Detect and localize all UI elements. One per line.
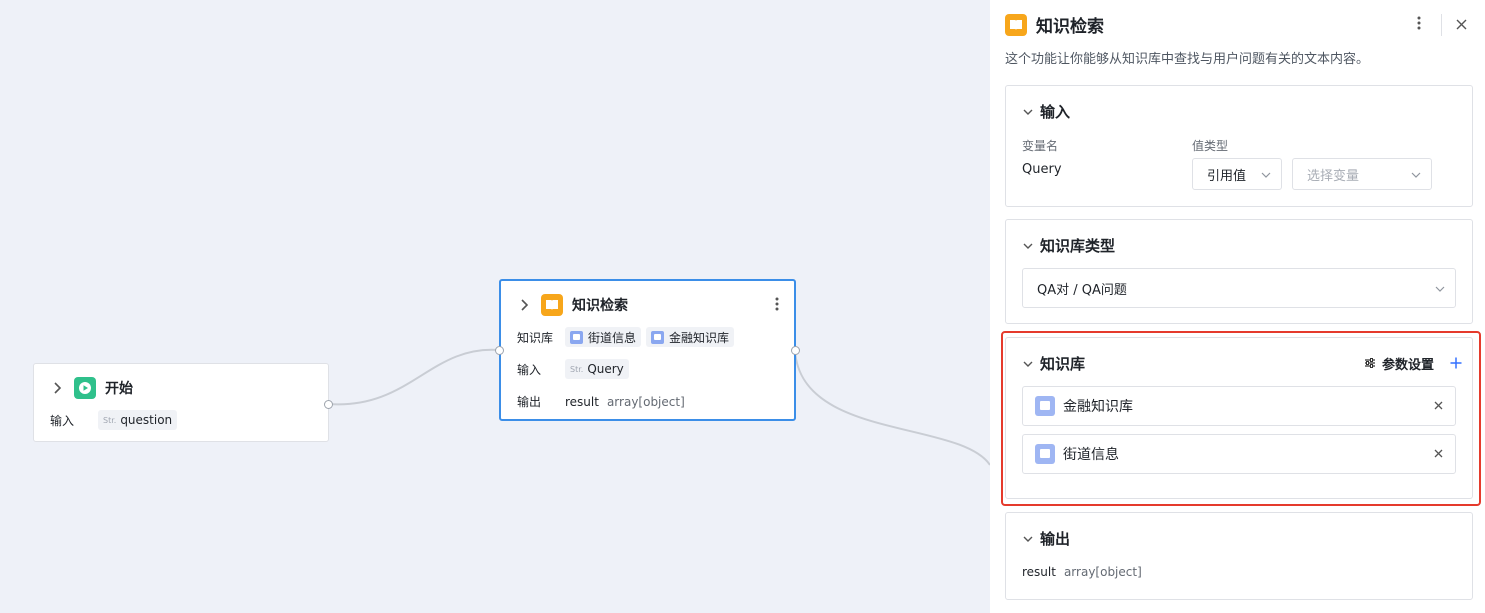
kb-node-input-label: 输入	[517, 362, 542, 377]
string-type-icon: Str.	[103, 415, 117, 425]
kb-output-port[interactable]	[791, 346, 800, 355]
chevron-down-icon[interactable]	[1022, 105, 1034, 118]
chevron-right-icon[interactable]	[517, 298, 531, 312]
kb-input-port[interactable]	[495, 346, 504, 355]
kb-type-selected: QA对 / QA问题	[1037, 282, 1127, 298]
workflow-canvas[interactable]: 开始 输入 Str. question 知识检索 知识库 街道信息 金融知识库 …	[0, 0, 990, 613]
start-input-var: question	[120, 413, 173, 427]
more-vertical-icon[interactable]	[1409, 15, 1429, 34]
output-name: result	[1022, 565, 1056, 579]
chevron-down-icon	[1435, 282, 1445, 295]
start-node-header: 开始	[50, 376, 133, 400]
output-section-title: 输出	[1040, 529, 1071, 548]
output-section-header[interactable]: 输出	[1022, 527, 1070, 549]
input-section-title: 输入	[1040, 102, 1071, 121]
kb-list-item: 街道信息	[1022, 434, 1456, 474]
kb-section: 知识库 参数设置 金融知识库 街道信息	[1005, 337, 1473, 499]
kb-chip-label: 金融知识库	[669, 330, 730, 345]
panel-header: 知识检索	[1005, 12, 1470, 37]
remove-icon[interactable]	[1434, 446, 1443, 462]
kb-node[interactable]: 知识检索 知识库 街道信息 金融知识库 输入 Str. Query 输出 res…	[495, 279, 800, 421]
play-icon	[74, 377, 96, 399]
kb-node-input-chip: Str. Query	[565, 359, 629, 379]
panel-actions	[1409, 13, 1470, 36]
chevron-down-icon[interactable]	[1022, 239, 1034, 252]
output-row: result array[object]	[1022, 565, 1142, 579]
value-type-select[interactable]: 引用值	[1192, 158, 1282, 190]
string-type-icon: Str.	[570, 364, 584, 374]
kb-chip: 金融知识库	[646, 327, 735, 347]
panel-description: 这个功能让你能够从知识库中查找与用户问题有关的文本内容。	[1005, 52, 1370, 67]
kb-node-title: 知识检索	[572, 298, 628, 314]
input-section: 输入 变量名 值类型 Query 引用值 选择变量	[1005, 85, 1473, 207]
header-divider	[1441, 13, 1442, 36]
sliders-icon	[1364, 357, 1376, 369]
kb-node-output-label: 输出	[517, 395, 542, 409]
chevron-down-icon[interactable]	[1022, 532, 1034, 545]
node-config-panel: 知识检索 这个功能让你能够从知识库中查找与用户问题有关的文本内容。 输入 变量名…	[990, 0, 1485, 613]
param-settings-button[interactable]: 参数设置	[1364, 354, 1434, 373]
kb-type-section: 知识库类型 QA对 / QA问题	[1005, 219, 1473, 324]
kb-node-output-type: array[object]	[606, 394, 685, 409]
book-icon	[541, 294, 563, 316]
remove-icon[interactable]	[1434, 398, 1443, 414]
kb-node-header: 知识检索	[517, 293, 779, 317]
book-icon	[1005, 13, 1027, 36]
kb-node-output-row: 输出 result array[object]	[517, 393, 685, 410]
edge-start-to-kb	[327, 348, 500, 406]
kb-type-select[interactable]: QA对 / QA问题	[1022, 268, 1456, 308]
chevron-down-icon	[1261, 168, 1271, 181]
kb-section-title: 知识库	[1040, 354, 1086, 373]
output-type: array[object]	[1063, 565, 1142, 579]
start-node[interactable]: 开始 输入 Str. question	[33, 363, 333, 442]
knowledge-base-icon	[651, 330, 665, 344]
kb-list-item: 金融知识库	[1022, 386, 1456, 426]
kb-node-input-row: 输入 Str. Query	[517, 359, 634, 379]
start-node-title: 开始	[105, 381, 133, 397]
kb-type-section-title: 知识库类型	[1040, 236, 1116, 255]
start-input-row: 输入 Str. question	[50, 410, 182, 430]
kb-type-section-header[interactable]: 知识库类型	[1022, 234, 1115, 256]
kb-node-kb-label: 知识库	[517, 330, 554, 345]
knowledge-base-icon	[1035, 396, 1055, 416]
value-type-selected: 引用值	[1207, 168, 1247, 184]
start-input-label: 输入	[50, 413, 75, 428]
add-icon[interactable]	[1450, 357, 1462, 369]
chevron-down-icon	[1411, 168, 1421, 181]
output-section: 输出 result array[object]	[1005, 512, 1473, 600]
kb-item-label: 金融知识库	[1063, 399, 1133, 415]
start-output-port[interactable]	[324, 400, 333, 409]
kb-node-kb-row: 知识库 街道信息 金融知识库	[517, 327, 739, 347]
more-vertical-icon[interactable]	[775, 297, 779, 314]
variable-select-placeholder: 选择变量	[1307, 168, 1360, 184]
kb-node-input-var: Query	[587, 362, 624, 376]
kb-item-label: 街道信息	[1063, 447, 1119, 463]
knowledge-base-icon	[1035, 444, 1055, 464]
kb-section-header[interactable]: 知识库 参数设置	[1022, 352, 1462, 374]
knowledge-base-icon	[570, 330, 583, 344]
kb-node-output-name: result	[565, 394, 599, 409]
chevron-down-icon[interactable]	[1022, 357, 1034, 370]
edges-layer	[327, 348, 990, 466]
panel-title: 知识检索	[1036, 17, 1104, 37]
input-section-header[interactable]: 输入	[1022, 100, 1070, 122]
var-name-value: Query	[1022, 162, 1062, 177]
close-icon[interactable]	[1452, 16, 1470, 34]
chevron-right-icon[interactable]	[50, 381, 64, 395]
start-input-chip: Str. question	[98, 410, 178, 430]
param-settings-label: 参数设置	[1381, 357, 1434, 373]
kb-chip-label: 街道信息	[588, 330, 637, 345]
variable-select[interactable]: 选择变量	[1292, 158, 1432, 190]
var-name-column-label: 变量名	[1022, 139, 1059, 153]
kb-chip: 街道信息	[565, 327, 642, 347]
edge-kb-to-next	[794, 349, 990, 466]
value-type-column-label: 值类型	[1192, 139, 1229, 153]
